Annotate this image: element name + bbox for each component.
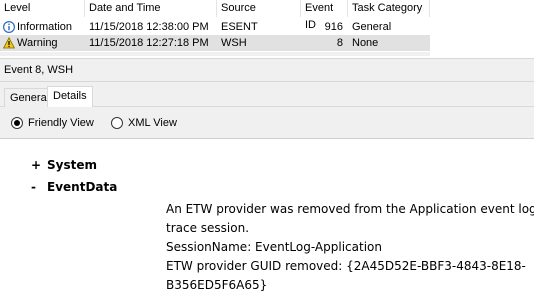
level-cell: Information bbox=[17, 21, 73, 33]
expand-toggle[interactable]: + bbox=[31, 156, 47, 174]
task-category-cell: None bbox=[352, 37, 379, 49]
source-cell: WSH bbox=[221, 37, 247, 49]
column-header-date-time[interactable]: Date and Time bbox=[85, 0, 217, 17]
level-cell: Warning bbox=[17, 37, 58, 49]
source-cell: ESENT bbox=[221, 21, 258, 33]
table-row[interactable]: Information 11/15/2018 12:38:00 PM ESENT… bbox=[0, 19, 430, 35]
detail-tabs: General Details bbox=[0, 82, 534, 108]
friendly-view-radio[interactable] bbox=[11, 117, 23, 129]
column-header-task-category[interactable]: Task Category bbox=[348, 0, 430, 17]
message-line: ETW provider GUID removed: {2A45D52E-BBF… bbox=[166, 259, 526, 273]
message-line: An ETW provider was removed from the App… bbox=[166, 202, 534, 216]
xml-view-radio[interactable] bbox=[111, 117, 123, 129]
node-label: System bbox=[47, 158, 97, 172]
column-header-level[interactable]: Level bbox=[0, 0, 85, 17]
tab-details[interactable]: Details bbox=[47, 86, 93, 108]
message-line: B356ED5F6A65} bbox=[166, 278, 268, 292]
event-list: Level Date and Time Source Event ID Task… bbox=[0, 0, 534, 56]
info-icon bbox=[3, 21, 15, 33]
node-label: EventData bbox=[47, 180, 118, 194]
datetime-cell: 11/15/2018 12:27:18 PM bbox=[89, 37, 209, 49]
table-row[interactable]: Warning 11/15/2018 12:27:18 PM WSH 8 Non… bbox=[0, 35, 430, 51]
event-id-cell: 916 bbox=[324, 21, 343, 33]
event-detail-title: Event 8, WSH bbox=[0, 58, 534, 82]
view-options: Friendly View XML View bbox=[0, 107, 534, 138]
event-id-cell: 8 bbox=[336, 37, 343, 49]
warning-icon bbox=[3, 37, 15, 49]
friendly-view-content: + System - EventData An ETW provider was r… bbox=[0, 139, 534, 300]
message-line: trace session. bbox=[166, 221, 250, 235]
message-line: SessionName: EventLog-Application bbox=[166, 240, 382, 254]
event-list-header: Level Date and Time Source Event ID Task… bbox=[0, 0, 534, 31]
list-row-partial bbox=[0, 52, 430, 56]
friendly-view-label[interactable]: Friendly View bbox=[28, 115, 94, 131]
collapse-toggle[interactable]: - bbox=[31, 178, 47, 196]
system-node[interactable]: + System bbox=[31, 156, 97, 174]
column-header-event-id[interactable]: Event ID bbox=[301, 0, 348, 31]
datetime-cell: 11/15/2018 12:38:00 PM bbox=[89, 21, 209, 33]
task-category-cell: General bbox=[352, 21, 392, 33]
column-header-source[interactable]: Source bbox=[217, 0, 301, 17]
eventdata-node[interactable]: - EventData bbox=[31, 178, 117, 196]
xml-view-label[interactable]: XML View bbox=[128, 115, 177, 131]
